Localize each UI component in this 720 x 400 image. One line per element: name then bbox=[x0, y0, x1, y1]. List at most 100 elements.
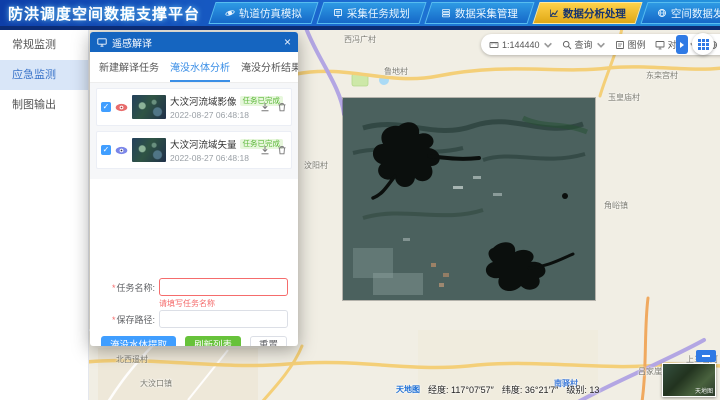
map-label: 北西遥村 bbox=[116, 354, 148, 365]
tab-flood-analysis-result[interactable]: 淹没分析结果 bbox=[241, 59, 298, 82]
task-plan-icon bbox=[333, 8, 343, 18]
grid-icon bbox=[698, 39, 709, 50]
zoom-level-readout: 级别: 13 bbox=[566, 383, 599, 396]
required-mark: * bbox=[112, 283, 116, 293]
left-sidebar: 常规监测 应急监测 制图输出 bbox=[0, 30, 89, 400]
reset-button[interactable]: 重置 bbox=[250, 336, 287, 346]
tab-label: 数据采集管理 bbox=[455, 6, 518, 21]
task-name-input[interactable] bbox=[159, 278, 288, 296]
download-icon[interactable] bbox=[260, 102, 270, 112]
query-menu[interactable]: 查询 bbox=[562, 38, 606, 51]
scale-selector[interactable]: 1:144440 bbox=[489, 40, 553, 50]
tianditu-logo: 天地图 bbox=[396, 384, 420, 395]
legend-button[interactable]: 图例 bbox=[615, 38, 646, 51]
list-item[interactable]: ✓ 大汶河流域影像 任务已完成 2022-08-27 06:48:18 bbox=[96, 88, 292, 126]
tab-label: 数据分析处理 bbox=[563, 6, 626, 21]
satellite-orbit-icon bbox=[225, 8, 235, 18]
dataset-list: ✓ 大汶河流域影像 任务已完成 2022-08-27 06:48:18 ✓ bbox=[90, 83, 298, 179]
database-icon bbox=[441, 8, 451, 18]
analysis-form: *任务名称: 请填写任务名称 *保存路径: 淹没水体提取 刷新列表 重置 bbox=[90, 278, 298, 346]
map-label: 东栾宫村 bbox=[646, 70, 678, 81]
list-item[interactable]: ✓ 大汶河流域矢量 任务已完成 2022-08-27 06:48:18 bbox=[96, 131, 292, 169]
dataset-timestamp: 2022-08-27 06:48:18 bbox=[170, 110, 256, 120]
minus-icon bbox=[702, 355, 710, 357]
tab-flood-water-analysis[interactable]: 淹没水体分析 bbox=[170, 59, 230, 82]
map-label: 鲁地村 bbox=[384, 66, 408, 77]
map-label: 大汶口镇 bbox=[140, 378, 172, 389]
dataset-info: 大汶河流域影像 任务已完成 2022-08-27 06:48:18 bbox=[170, 94, 256, 120]
scale-value: 1:144440 bbox=[502, 40, 540, 50]
map-label: 西冯广村 bbox=[344, 34, 376, 45]
legend-label: 图例 bbox=[628, 38, 646, 51]
task-name-label: *任务名称: bbox=[100, 281, 159, 294]
dialog-header[interactable]: 遥感解译 × bbox=[90, 32, 298, 52]
visibility-eye-icon[interactable] bbox=[115, 146, 128, 155]
save-path-label: *保存路径: bbox=[100, 313, 159, 326]
map-label: 汶阳村 bbox=[304, 160, 328, 171]
dataset-thumbnail[interactable] bbox=[132, 138, 166, 162]
app-window: 防洪调度空间数据支撑平台 轨道仿真模拟 采集任务规划 数据采集管理 数据分析处理… bbox=[0, 0, 720, 400]
satellite-image-overlay[interactable] bbox=[343, 98, 595, 300]
monitor-icon bbox=[97, 38, 107, 47]
extract-flood-water-button[interactable]: 淹没水体提取 bbox=[101, 336, 176, 346]
dataset-name: 大汶河流域矢量 bbox=[170, 137, 237, 151]
tab-collection-planning[interactable]: 采集任务规划 bbox=[316, 2, 426, 24]
tab-label: 空间数据发布 bbox=[671, 6, 720, 21]
apps-grid-button[interactable] bbox=[692, 33, 714, 55]
sidebar-item-map-output[interactable]: 制图输出 bbox=[0, 90, 88, 120]
dataset-name: 大汶河流域影像 bbox=[170, 94, 237, 108]
scale-icon bbox=[489, 40, 499, 50]
chevron-down-icon bbox=[543, 40, 553, 50]
download-icon[interactable] bbox=[260, 145, 270, 155]
dialog-tabs: 新建解译任务 淹没水体分析 淹没分析结果 bbox=[90, 52, 298, 83]
minimap-watermark: 天地图 bbox=[695, 386, 713, 395]
tab-spatial-data-publish[interactable]: 空间数据发布 bbox=[640, 2, 720, 24]
item-actions bbox=[260, 145, 287, 155]
longitude-readout: 经度: 117°07′57″ bbox=[428, 383, 494, 396]
tab-new-task[interactable]: 新建解译任务 bbox=[99, 59, 159, 82]
item-actions bbox=[260, 102, 287, 112]
globe-icon bbox=[657, 8, 667, 18]
query-label: 查询 bbox=[575, 38, 593, 51]
dialog-title: 遥感解译 bbox=[112, 35, 152, 50]
page-title: 防洪调度空间数据支撑平台 bbox=[0, 3, 212, 24]
monitor-icon bbox=[655, 40, 665, 50]
trash-icon[interactable] bbox=[277, 102, 287, 112]
checkbox-checked[interactable]: ✓ bbox=[101, 102, 111, 112]
toolbar-expand-button[interactable] bbox=[676, 35, 688, 54]
play-icon bbox=[680, 42, 684, 48]
latitude-readout: 纬度: 36°21′7″ bbox=[502, 383, 559, 396]
line-chart-icon bbox=[549, 8, 559, 18]
dataset-timestamp: 2022-08-27 06:48:18 bbox=[170, 153, 256, 163]
refresh-list-button[interactable]: 刷新列表 bbox=[185, 336, 241, 346]
search-icon bbox=[562, 40, 572, 50]
sidebar-item-emergency-monitoring[interactable]: 应急监测 bbox=[0, 60, 88, 90]
overview-collapse-button[interactable] bbox=[696, 350, 716, 362]
sidebar-item-regular-monitoring[interactable]: 常规监测 bbox=[0, 30, 88, 60]
tab-data-collection-mgmt[interactable]: 数据采集管理 bbox=[424, 2, 534, 24]
overview-minimap[interactable]: 天地图 bbox=[662, 363, 716, 397]
trash-icon[interactable] bbox=[277, 145, 287, 155]
required-mark: * bbox=[112, 315, 116, 325]
dataset-info: 大汶河流域矢量 任务已完成 2022-08-27 06:48:18 bbox=[170, 137, 256, 163]
legend-icon bbox=[615, 40, 625, 50]
map-label: 角峪镇 bbox=[604, 200, 628, 211]
visibility-eye-icon[interactable] bbox=[115, 103, 128, 112]
tab-orbit-simulation[interactable]: 轨道仿真模拟 bbox=[208, 2, 318, 24]
satellite-image bbox=[343, 98, 595, 300]
chevron-down-icon bbox=[596, 40, 606, 50]
map-status-bar: 天地图 经度: 117°07′57″ 纬度: 36°21′7″ 级别: 13 bbox=[396, 383, 599, 396]
main-nav: 轨道仿真模拟 采集任务规划 数据采集管理 数据分析处理 空间数据发布 bbox=[212, 3, 720, 23]
tab-label: 采集任务规划 bbox=[347, 6, 410, 21]
top-header: 防洪调度空间数据支撑平台 轨道仿真模拟 采集任务规划 数据采集管理 数据分析处理… bbox=[0, 0, 720, 30]
tab-data-analysis[interactable]: 数据分析处理 bbox=[532, 2, 642, 24]
dataset-thumbnail[interactable] bbox=[132, 95, 166, 119]
checkbox-checked[interactable]: ✓ bbox=[101, 145, 111, 155]
tab-label: 轨道仿真模拟 bbox=[239, 6, 302, 21]
map-label: 玉皇庙村 bbox=[608, 92, 640, 103]
save-path-input[interactable] bbox=[159, 310, 288, 328]
close-icon[interactable]: × bbox=[284, 36, 291, 48]
interpretation-dialog: 遥感解译 × 新建解译任务 淹没水体分析 淹没分析结果 ✓ 大汶河流域影像 任务… bbox=[90, 32, 298, 346]
task-name-error: 请填写任务名称 bbox=[159, 299, 288, 310]
form-buttons: 淹没水体提取 刷新列表 重置 bbox=[100, 336, 288, 346]
